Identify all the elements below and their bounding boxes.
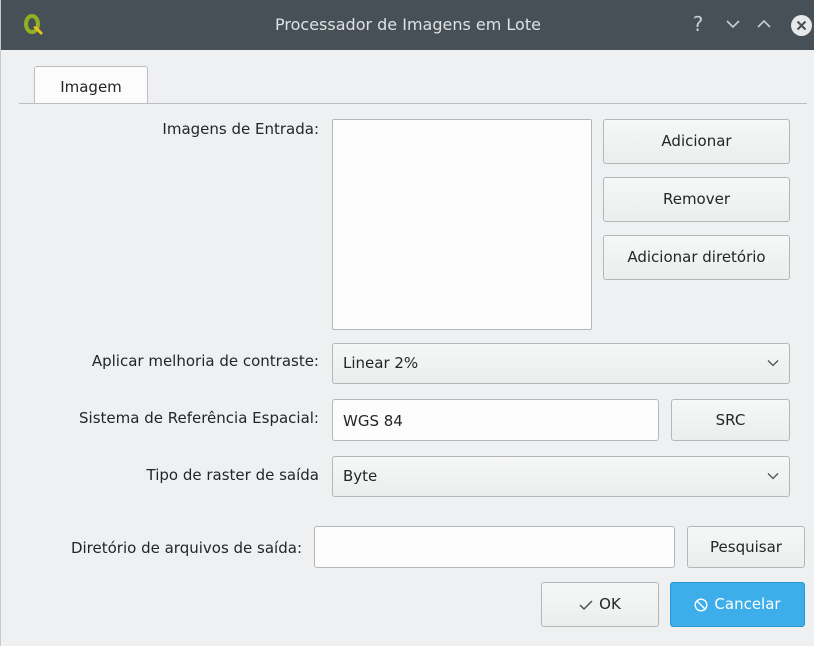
input-images-label: Imagens de Entrada:	[162, 120, 319, 138]
checkmark-icon	[579, 599, 593, 610]
crs-field[interactable]: WGS 84	[332, 399, 659, 441]
cancel-button[interactable]: Cancelar	[670, 582, 805, 627]
input-images-list[interactable]	[332, 119, 592, 330]
tab-divider	[19, 103, 807, 104]
browse-button[interactable]: Pesquisar	[687, 526, 805, 568]
remove-button[interactable]: Remover	[603, 177, 790, 222]
raster-type-select[interactable]: Byte	[332, 456, 790, 497]
cancel-label: Cancelar	[714, 595, 781, 613]
output-dir-label: Diretório de arquivos de saída:	[70, 539, 302, 557]
raster-type-label: Tipo de raster de saída	[146, 466, 319, 484]
add-button[interactable]: Adicionar	[603, 119, 790, 164]
batch-processor-dialog: Processador de Imagens em Lote ? Imagem …	[0, 0, 814, 646]
contrast-select[interactable]: Linear 2%	[332, 343, 790, 384]
cancel-icon	[694, 597, 708, 612]
tab-imagem[interactable]: Imagem	[34, 66, 148, 104]
contrast-selected-value: Linear 2%	[343, 354, 419, 372]
crs-label: Sistema de Referência Espacial:	[79, 409, 319, 427]
maximize-icon[interactable]	[753, 13, 775, 35]
chevron-down-icon	[767, 360, 779, 367]
ok-label: OK	[599, 595, 621, 613]
raster-type-selected-value: Byte	[343, 467, 378, 485]
chevron-down-icon	[767, 473, 779, 480]
src-button[interactable]: SRC	[671, 399, 790, 441]
ok-button[interactable]: OK	[541, 582, 659, 627]
minimize-icon[interactable]	[722, 13, 744, 35]
help-icon[interactable]: ?	[687, 13, 709, 35]
close-icon[interactable]	[791, 15, 812, 36]
add-directory-button[interactable]: Adicionar diretório	[603, 235, 790, 280]
title-bar: Processador de Imagens em Lote ?	[1, 0, 814, 50]
contrast-label: Aplicar melhoria de contraste:	[91, 352, 319, 370]
output-dir-field[interactable]	[314, 526, 675, 568]
